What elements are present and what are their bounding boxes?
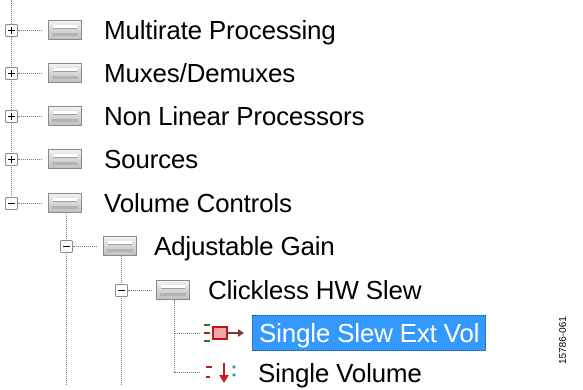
tree-item-clickless-hw-slew[interactable]: Clickless HW Slew — [208, 273, 421, 307]
folder-icon — [103, 236, 137, 256]
expand-muxes-demuxes-toggle[interactable] — [5, 67, 18, 80]
collapse-clickless-hw-slew-toggle[interactable] — [115, 284, 128, 297]
tree-item-muxes-demuxes[interactable]: Muxes/Demuxes — [104, 56, 295, 90]
tree-guide-h — [174, 372, 200, 373]
tree-guide-level3 — [174, 300, 175, 372]
folder-icon — [48, 20, 82, 40]
expand-sources-toggle[interactable] — [5, 153, 18, 166]
tree-guide-level2 — [121, 256, 122, 385]
folder-icon — [48, 106, 82, 126]
tree-guide-level1 — [66, 212, 67, 385]
volume-module-icon — [206, 363, 236, 383]
tree-guide-h — [73, 246, 97, 247]
slew-module-icon — [204, 324, 244, 342]
tree-guide-h — [18, 203, 42, 204]
tree-guide-h — [18, 159, 42, 160]
expand-multirate-processing-toggle[interactable] — [5, 24, 18, 37]
tree-guide-h — [18, 73, 42, 74]
tree-guide-h — [18, 30, 42, 31]
tree-item-sources[interactable]: Sources — [104, 142, 198, 176]
tree-guide-h — [174, 333, 200, 334]
tree-item-single-slew-ext-vol[interactable]: Single Slew Ext Vol — [252, 315, 487, 351]
folder-icon — [156, 280, 190, 300]
folder-icon — [48, 149, 82, 169]
tree-item-multirate-processing[interactable]: Multirate Processing — [104, 13, 336, 47]
tree-item-adjustable-gain[interactable]: Adjustable Gain — [154, 229, 335, 263]
collapse-volume-controls-toggle[interactable] — [5, 197, 18, 210]
tree-guide-h — [18, 116, 42, 117]
folder-icon — [48, 193, 82, 213]
tree-item-volume-controls[interactable]: Volume Controls — [104, 186, 292, 220]
expand-non-linear-processors-toggle[interactable] — [5, 110, 18, 123]
tree-guide-h — [128, 290, 152, 291]
collapse-adjustable-gain-toggle[interactable] — [60, 240, 73, 253]
tree-item-non-linear-processors[interactable]: Non Linear Processors — [104, 99, 364, 133]
folder-icon — [48, 63, 82, 83]
toolbox-tree: Multirate Processing Muxes/Demuxes Non L… — [0, 0, 583, 388]
figure-id-label: 15786-061 — [558, 316, 569, 364]
